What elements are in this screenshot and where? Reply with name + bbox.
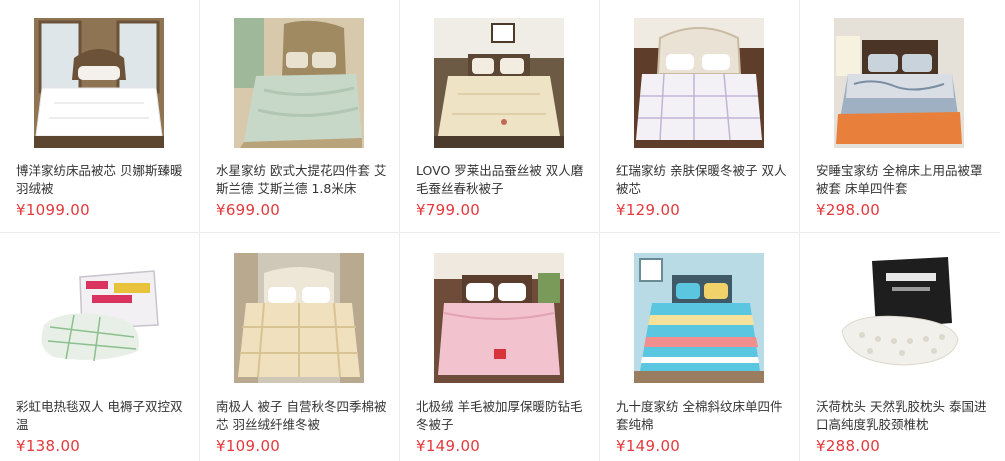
product-image-striped-bedding-set[interactable] (634, 253, 764, 383)
product-title[interactable]: 九十度家纺 全棉斜纹床单四件套纯棉 (616, 398, 788, 434)
product-title[interactable]: 安睡宝家纺 全棉床上用品被罩被套 床单四件套 (816, 162, 988, 198)
product-image-beige-winter-quilt[interactable] (234, 253, 364, 383)
product-price: ¥109.00 (216, 437, 281, 455)
product-card[interactable]: 博洋家纺床品被芯 贝娜斯臻暖羽绒被 ¥1099.00 (0, 0, 200, 233)
product-grid: 博洋家纺床品被芯 贝娜斯臻暖羽绒被 ¥1099.00 水星家纺 欧式大提花四件套… (0, 0, 1005, 461)
product-title[interactable]: 水星家纺 欧式大提花四件套 艾斯兰德 艾斯兰德 1.8米床 (216, 162, 388, 198)
product-price: ¥699.00 (216, 201, 281, 219)
product-image-orange-paisley-set[interactable] (834, 18, 964, 148)
product-image-white-duvet[interactable] (34, 18, 164, 148)
product-title[interactable]: 北极绒 羊毛被加厚保暖防钻毛冬被子 (416, 398, 588, 434)
product-title[interactable]: 沃荷枕头 天然乳胶枕头 泰国进口高纯度乳胶颈椎枕 (816, 398, 988, 434)
product-title[interactable]: 博洋家纺床品被芯 贝娜斯臻暖羽绒被 (16, 162, 188, 198)
product-card[interactable]: 安睡宝家纺 全棉床上用品被罩被套 床单四件套 ¥298.00 (800, 0, 1000, 233)
product-card[interactable]: 南极人 被子 自营秋冬四季棉被芯 羽丝绒纤维冬被 ¥109.00 (200, 233, 400, 461)
product-title[interactable]: 红瑞家纺 亲肤保暖冬被子 双人被芯 (616, 162, 788, 198)
product-price: ¥799.00 (416, 201, 481, 219)
product-image-pink-wool-quilt[interactable] (434, 253, 564, 383)
product-card[interactable]: 北极绒 羊毛被加厚保暖防钻毛冬被子 ¥149.00 (400, 233, 600, 461)
product-card[interactable]: LOVO 罗莱出品蚕丝被 双人磨毛蚕丝春秋被子 ¥799.00 (400, 0, 600, 233)
product-image-electric-blanket-box[interactable] (34, 253, 164, 383)
product-card[interactable]: 水星家纺 欧式大提花四件套 艾斯兰德 艾斯兰德 1.8米床 ¥699.00 (200, 0, 400, 233)
product-price: ¥129.00 (616, 201, 681, 219)
product-price: ¥298.00 (816, 201, 881, 219)
product-title[interactable]: LOVO 罗莱出品蚕丝被 双人磨毛蚕丝春秋被子 (416, 162, 588, 198)
product-image-mint-jacquard-set[interactable] (234, 18, 364, 148)
product-price: ¥288.00 (816, 437, 881, 455)
product-card[interactable]: 九十度家纺 全棉斜纹床单四件套纯棉 ¥149.00 (600, 233, 800, 461)
product-price: ¥149.00 (616, 437, 681, 455)
product-price: ¥149.00 (416, 437, 481, 455)
product-title[interactable]: 彩虹电热毯双人 电褥子双控双温 (16, 398, 188, 434)
product-image-cream-silk-quilt[interactable] (434, 18, 564, 148)
product-image-white-checked-quilt[interactable] (634, 18, 764, 148)
product-price: ¥138.00 (16, 437, 81, 455)
product-price: ¥1099.00 (16, 201, 90, 219)
product-card[interactable]: 彩虹电热毯双人 电褥子双控双温 ¥138.00 (0, 233, 200, 461)
product-title[interactable]: 南极人 被子 自营秋冬四季棉被芯 羽丝绒纤维冬被 (216, 398, 388, 434)
product-card[interactable]: 沃荷枕头 天然乳胶枕头 泰国进口高纯度乳胶颈椎枕 ¥288.00 (800, 233, 1000, 461)
product-card[interactable]: 红瑞家纺 亲肤保暖冬被子 双人被芯 ¥129.00 (600, 0, 800, 233)
product-image-latex-pillow-box[interactable] (834, 253, 964, 383)
